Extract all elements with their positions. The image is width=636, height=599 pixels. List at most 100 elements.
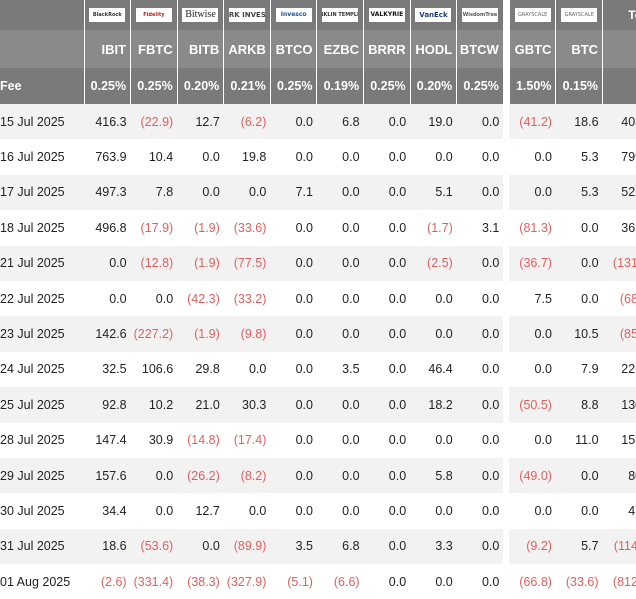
flow-cell: 7.8 [130,174,178,211]
flow-cell: 92.8 [84,387,131,423]
flow-cell: (327.9) [223,564,271,599]
flow-cell: (33.6) [555,564,603,599]
issuer-logo-cell: Fidelity [130,0,178,30]
row-date: 01 Aug 2025 [0,564,84,599]
flow-cell: (1.7) [410,210,457,246]
flow-cell: 0.0 [223,351,271,388]
flow-cell: 0.0 [363,564,411,599]
row-date: 16 Jul 2025 [0,139,84,175]
row-total: 799.4 [602,139,636,175]
flow-cell: 0.0 [270,245,317,281]
flow-cell: 0.0 [177,139,224,175]
flow-cell: 18.2 [410,387,457,423]
fidelity-logo-icon: Fidelity [135,8,172,22]
row-total: 47.1 [602,493,636,529]
flow-cell: 3.5 [270,528,317,565]
flow-cell: 0.0 [270,316,317,352]
fee-value: 0.15% [555,68,604,104]
table-row: 22 Jul 2025 0.0 0.0 (42.3) (33.2) 0.0 0.0 0.0 0.… [0,280,636,317]
row-total: (85.8) [602,316,636,352]
flow-cell: 0.0 [130,493,178,529]
flow-cell: (1.9) [177,245,224,281]
flow-cell: (42.3) [177,280,224,317]
flow-cell: 5.7 [555,528,603,565]
flow-cell: 0.0 [316,210,364,246]
flow-cell: (17.4) [223,422,271,458]
flow-cell: 0.0 [555,493,603,529]
logo-corner-cell [0,0,85,30]
ticker-arkb: ARKB [223,30,271,68]
table-row: 30 Jul 2025 34.4 0.0 12.7 0.0 0.0 0.0 0.0 0.0 0.0… [0,493,636,529]
table-row: 25 Jul 2025 92.8 10.2 21.0 30.3 0.0 0.0 0.0 18.2… [0,387,636,423]
flow-cell: 142.6 [84,316,131,352]
flow-cell: (6.6) [316,564,364,599]
ticker-corner-cell [0,30,85,68]
flow-cell: 3.1 [456,210,504,246]
issuer-logo-cell: WisdomTree [456,0,504,30]
ticker-hodl: HODL [410,30,458,68]
flow-cell: 0.0 [130,280,178,317]
row-total: 363.5 [602,210,636,246]
vaneck-logo-icon: VanEck [415,8,452,22]
row-date: 22 Jul 2025 [0,280,84,317]
flow-cell: 0.0 [316,457,364,494]
fee-value: 1.50% [509,68,557,104]
flow-cell: 0.0 [363,104,411,140]
flow-cell: 0.0 [363,174,411,211]
flow-cell: 0.0 [410,493,457,529]
row-date: 23 Jul 2025 [0,316,84,352]
flow-cell: 0.0 [456,139,504,175]
flow-cell: 5.3 [555,174,603,211]
row-total: 80.0 [602,457,636,494]
flow-cell: 157.6 [84,457,131,494]
table-row: 15 Jul 2025 416.3 (22.9) 12.7 (6.2) 0.0 6.8 0.0… [0,104,636,140]
row-date: 28 Jul 2025 [0,422,84,458]
row-total: (68.0) [602,280,636,317]
flow-cell: (22.9) [130,104,178,140]
flow-cell: 0.0 [177,174,224,211]
ticker-bitb: BITB [177,30,225,68]
table-row: 23 Jul 2025 142.6 (227.2) (1.9) (9.8) 0.0 0.0 0… [0,316,636,352]
flow-cell: 0.0 [555,457,603,494]
flow-cell: 0.0 [509,351,556,388]
invesco-logo-icon: Invesco [275,8,312,22]
flow-cell: (77.5) [223,245,271,281]
flow-cell: 0.0 [509,493,556,529]
flow-cell: (9.8) [223,316,271,352]
fee-value: 0.19% [316,68,365,104]
row-date: 17 Jul 2025 [0,174,84,211]
flow-cell: 0.0 [456,457,504,494]
flow-cell: 0.0 [316,139,364,175]
flow-cell: 0.0 [509,316,556,352]
ticker-gbtc: GBTC [509,30,557,68]
flow-cell: 3.5 [316,351,364,388]
flow-cell: 12.7 [177,493,224,529]
row-total: (812.3) [602,564,636,599]
flow-cell: 0.0 [270,351,317,388]
flow-cell: (50.5) [509,387,556,423]
flow-cell: (6.2) [223,104,271,140]
flow-cell: 0.0 [223,493,271,529]
issuer-logo-cell: Invesco [270,0,318,30]
franklin-templeton-logo-icon: FRANKLIN TEMPLETON [322,8,359,22]
flow-cell: 0.0 [316,493,364,529]
flow-cell: 0.0 [270,104,317,140]
etf-flow-table: BlackRock Fidelity Bitwise ARK INVEST Invesc… [0,0,636,599]
flow-cell: 0.0 [316,245,364,281]
flow-cell: 0.0 [316,316,364,352]
flow-cell: 106.6 [130,351,178,388]
flow-cell: 147.4 [84,422,131,458]
fee-value: 0.25% [270,68,318,104]
issuer-logo-cell: GRAYSCALE [509,0,557,30]
flow-cell: 0.0 [363,245,411,281]
flow-cell: 30.9 [130,422,178,458]
flow-cell: 0.0 [410,422,457,458]
table-row: 28 Jul 2025 147.4 30.9 (14.8) (17.4) 0.0 0.0 0.… [0,422,636,458]
flow-cell: 0.0 [410,280,457,317]
flow-cell: 10.4 [130,139,178,175]
row-total: (114.8) [602,528,636,565]
flow-rows: 15 Jul 2025 416.3 (22.9) 12.7 (6.2) 0.0 6.8 0.0… [0,104,636,599]
issuer-logo-cell: ARK INVEST [223,0,271,30]
fee-value: 0.25% [84,68,132,104]
flow-cell: 0.0 [363,210,411,246]
